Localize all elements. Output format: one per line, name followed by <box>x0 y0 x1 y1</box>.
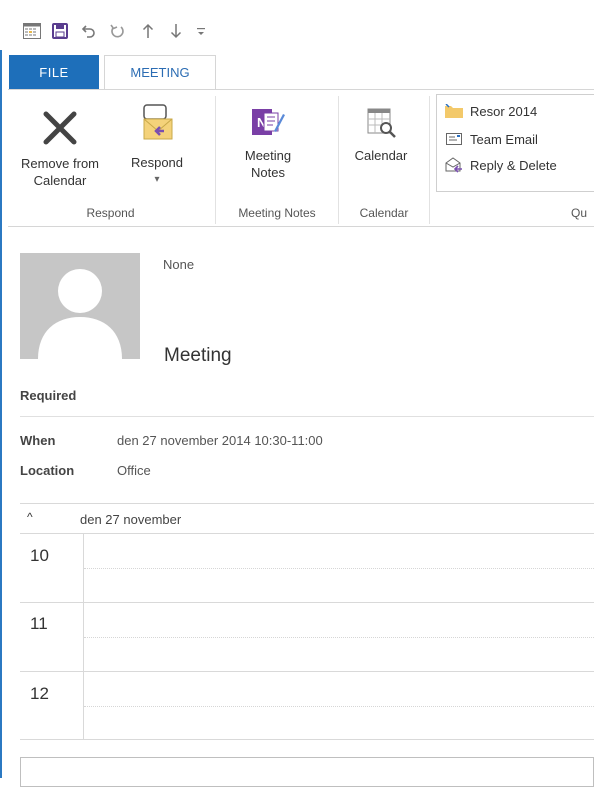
message-body-field[interactable] <box>20 757 594 787</box>
team-email-icon <box>445 131 463 147</box>
onenote-icon: N <box>223 102 313 142</box>
quick-steps-gallery: Resor 2014 Team Email Reply & Delete <box>436 94 594 192</box>
respond-button[interactable]: Respond ▾ <box>108 100 206 188</box>
remove-from-calendar-button[interactable]: Remove from Calendar <box>10 108 110 189</box>
group-separator <box>429 96 430 224</box>
quick-step-label: Resor 2014 <box>470 103 538 119</box>
calendar-button[interactable]: Calendar <box>341 102 421 164</box>
folder-icon <box>445 103 463 119</box>
half-hour-line <box>84 637 594 638</box>
arrow-down-icon[interactable] <box>165 20 187 42</box>
avatar <box>20 253 140 359</box>
divider <box>20 416 594 417</box>
group-separator <box>338 96 339 224</box>
quick-access-toolbar <box>0 0 594 50</box>
tab-file[interactable]: FILE <box>9 55 99 89</box>
quick-step-label: Reply & Delete <box>470 157 557 173</box>
calendar-preview-grid: 10 11 12 <box>20 534 594 740</box>
collapse-caret-icon[interactable]: ^ <box>27 510 33 524</box>
organizer-name: None <box>163 257 195 272</box>
remove-label-line1: Remove from <box>20 156 100 171</box>
redo-icon[interactable] <box>106 20 128 42</box>
undo-icon[interactable] <box>77 20 99 42</box>
quick-step-label: Team Email <box>470 131 538 147</box>
half-hour-line <box>84 568 594 569</box>
respond-icon <box>108 100 206 148</box>
hour-label: 11 <box>30 614 48 633</box>
when-label: When <box>20 433 56 448</box>
hour-line <box>20 671 594 672</box>
calendar-preview-header: ^ den 27 november <box>20 504 594 534</box>
save-icon[interactable] <box>49 20 71 42</box>
customize-toolbar-icon[interactable] <box>190 20 212 42</box>
tab-meeting[interactable]: MEETING <box>104 55 216 89</box>
reply-delete-icon <box>445 157 463 173</box>
group-label-meeting-notes: Meeting Notes <box>238 206 316 220</box>
ribbon: Remove from Calendar Respond ▾ Respond N <box>8 89 594 227</box>
calendar-grid-icon[interactable] <box>21 20 43 42</box>
group-label-calendar: Calendar <box>359 206 409 220</box>
when-value: den 27 november 2014 10:30-11:00 <box>117 433 323 448</box>
calendar-search-icon <box>341 102 421 142</box>
half-hour-line <box>84 706 594 707</box>
quick-step-team-email[interactable]: Team Email <box>445 131 538 147</box>
arrow-up-icon[interactable] <box>137 20 159 42</box>
hour-line <box>20 602 594 603</box>
meeting-notes-label-line1: Meeting <box>244 148 292 163</box>
hour-label: 12 <box>30 684 49 703</box>
group-label-quick-steps: Qu <box>570 206 587 220</box>
respond-label: Respond <box>130 155 184 170</box>
calendar-preview-date: den 27 november <box>80 512 182 527</box>
calendar-label: Calendar <box>354 148 408 163</box>
meeting-subject: Meeting <box>164 345 232 366</box>
meeting-notes-button[interactable]: N Meeting Notes <box>223 102 313 181</box>
meeting-notes-label-line2: Notes <box>251 165 285 180</box>
quick-step-resor-2014[interactable]: Resor 2014 <box>445 103 537 119</box>
group-label-respond: Respond <box>86 206 135 220</box>
ribbon-tabs: FILE MEETING <box>0 55 594 89</box>
person-placeholder-icon <box>20 253 140 359</box>
window-left-border <box>0 0 2 778</box>
quick-step-reply-delete[interactable]: Reply & Delete <box>445 157 557 173</box>
respond-dropdown-caret: ▾ <box>154 174 160 185</box>
location-label: Location <box>20 463 75 478</box>
remove-x-icon <box>10 108 110 148</box>
hour-label: 10 <box>30 546 49 565</box>
required-attendees-label: Required <box>20 388 77 403</box>
location-value: Office <box>117 463 151 478</box>
remove-label-line2: Calendar <box>33 173 87 188</box>
group-separator <box>215 96 216 224</box>
